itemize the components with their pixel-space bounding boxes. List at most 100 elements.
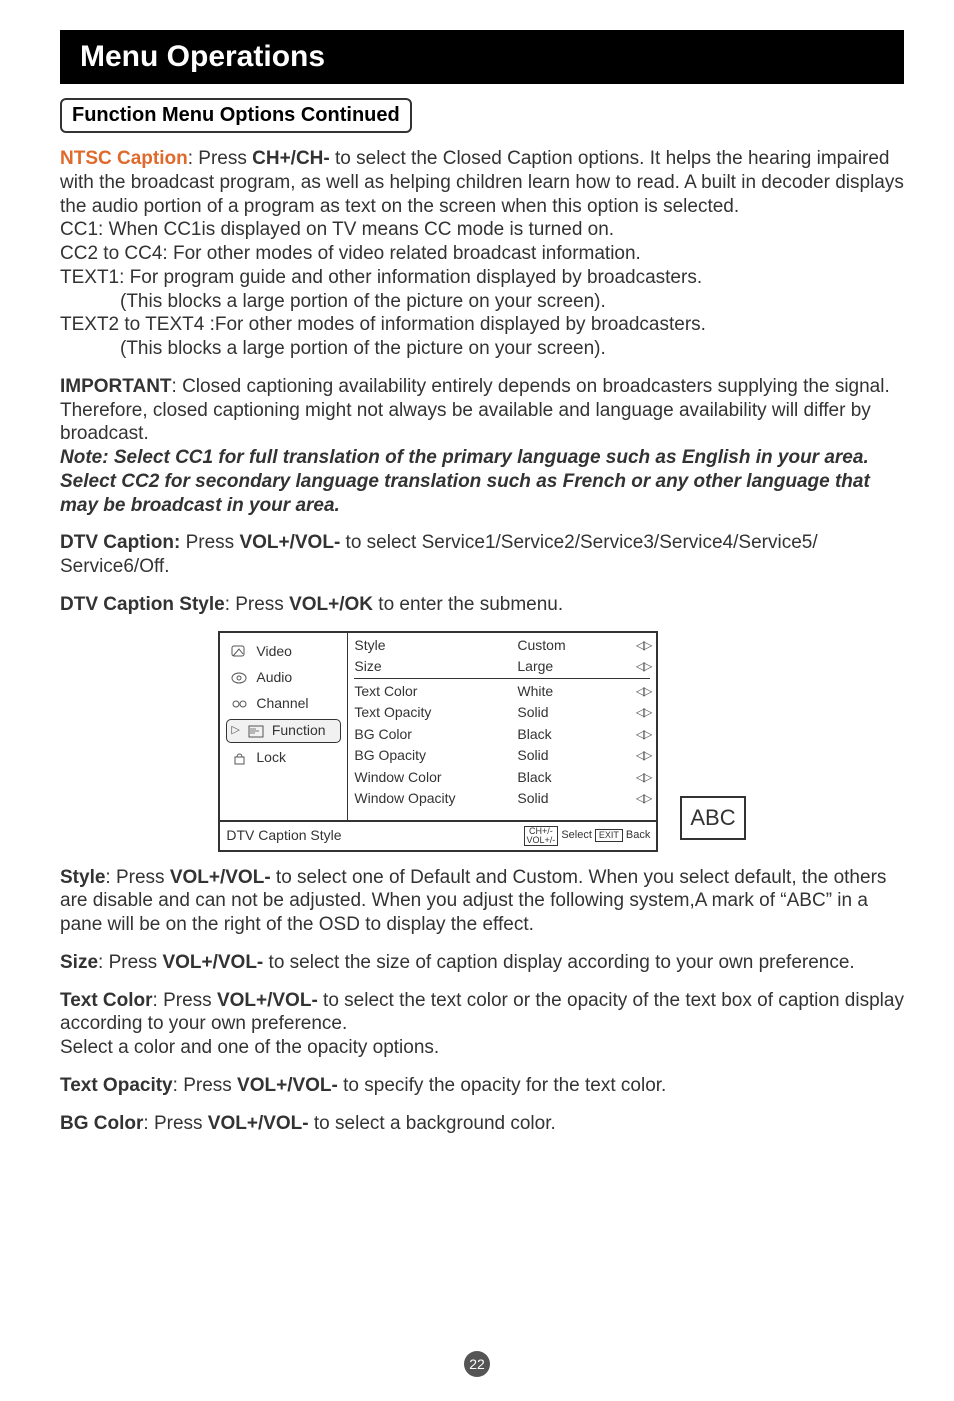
- important-text: : Closed captioning availability entirel…: [60, 376, 890, 445]
- arrows-icon: ◁▷: [620, 684, 650, 699]
- text: to enter the submenu.: [373, 594, 563, 615]
- lock-icon: [230, 749, 250, 767]
- text2-note: (This blocks a large portion of the pict…: [60, 337, 904, 361]
- textcolor-paragraph: Text Color: Press VOL+/VOL- to select th…: [60, 989, 904, 1060]
- text: to specify the opacity for the text colo…: [338, 1075, 666, 1096]
- setting-value: Black: [517, 726, 597, 744]
- tab-function: ▷ Function: [226, 719, 341, 743]
- text: : Press: [153, 990, 217, 1011]
- tab-label: Lock: [256, 749, 286, 767]
- osd-tabs: Video Audio Channel: [220, 633, 348, 820]
- text: to select Service1/Service2/Service3/Ser…: [340, 532, 817, 553]
- osd-settings: Style Custom ◁▷ Size Large ◁▷ Text Color Whit…: [348, 633, 656, 820]
- setting-key: Size: [354, 658, 494, 676]
- setting-value: White: [517, 683, 597, 701]
- arrows-icon: ◁▷: [620, 791, 650, 806]
- osd-footer: DTV Caption Style CH+/-VOL+/- Select EXI…: [220, 822, 656, 850]
- footer-title: DTV Caption Style: [226, 827, 341, 845]
- text: to select a background color.: [309, 1113, 556, 1134]
- setting-row: Style Custom ◁▷: [354, 635, 650, 657]
- key-volok: VOL+/OK: [289, 594, 373, 615]
- ntsc-label: NTSC Caption: [60, 148, 188, 169]
- setting-row: Text OpacitySolid◁▷: [354, 702, 650, 724]
- key-volvol: VOL+/VOL-: [208, 1113, 309, 1134]
- text: : Press: [173, 1075, 237, 1096]
- key-chch: CH+/CH-: [252, 148, 330, 169]
- textopacity-paragraph: Text Opacity: Press VOL+/VOL- to specify…: [60, 1074, 904, 1098]
- setting-value: Solid: [517, 704, 597, 722]
- arrows-icon: ◁▷: [620, 659, 650, 674]
- key-volvol: VOL+/VOL-: [239, 532, 340, 553]
- setting-value: Custom: [517, 637, 597, 655]
- abc-preview: ABC: [680, 796, 745, 840]
- subtitle-box: Function Menu Options Continued: [60, 98, 412, 133]
- setting-key: Style: [354, 637, 494, 655]
- footer-back-label: Back: [626, 829, 650, 843]
- osd-menu: Video Audio Channel: [218, 631, 658, 852]
- text1-note: (This blocks a large portion of the pict…: [60, 290, 904, 314]
- important-label: IMPORTANT: [60, 376, 172, 397]
- text: : Press: [98, 952, 162, 973]
- text: Service6/Off.: [60, 556, 169, 577]
- tab-label: Video: [256, 643, 292, 661]
- tab-label: Function: [272, 722, 326, 740]
- text: : Press: [143, 1113, 207, 1134]
- tab-label: Channel: [256, 695, 308, 713]
- text2-line: TEXT2 to TEXT4 :For other modes of infor…: [60, 314, 706, 335]
- triangle-icon: ▷: [231, 724, 239, 738]
- exit-key-icon: EXIT: [595, 829, 623, 842]
- text: Press: [180, 532, 239, 553]
- key-volvol: VOL+/VOL-: [217, 990, 318, 1011]
- tab-channel: Channel: [226, 693, 341, 715]
- textcolor-label: Text Color: [60, 990, 153, 1011]
- footer-controls: CH+/-VOL+/- Select EXIT Back: [524, 826, 651, 846]
- arrows-icon: ◁▷: [620, 638, 650, 653]
- cc2-line: CC2 to CC4: For other modes of video rel…: [60, 243, 641, 264]
- setting-value: Large: [517, 658, 597, 676]
- dtv-style-label: DTV Caption Style: [60, 594, 225, 615]
- key-volvol: VOL+/VOL-: [237, 1075, 338, 1096]
- audio-icon: [230, 669, 250, 687]
- text: : Press: [105, 867, 169, 888]
- setting-value: Black: [517, 769, 597, 787]
- bgcolor-label: BG Color: [60, 1113, 143, 1134]
- tab-lock: Lock: [226, 747, 341, 769]
- footer-select-label: Select: [561, 829, 592, 843]
- setting-key: BG Opacity: [354, 747, 494, 765]
- bgcolor-paragraph: BG Color: Press VOL+/VOL- to select a ba…: [60, 1112, 904, 1136]
- tab-label: Audio: [256, 669, 292, 687]
- key-volvol: VOL+/VOL-: [170, 867, 271, 888]
- setting-key: Text Color: [354, 683, 494, 701]
- text1-line: TEXT1: For program guide and other infor…: [60, 267, 702, 288]
- function-icon: [246, 722, 266, 740]
- text: Select a color and one of the opacity op…: [60, 1037, 439, 1058]
- channel-icon: [230, 695, 250, 713]
- text: : Press: [225, 594, 289, 615]
- page-number: 22: [464, 1351, 490, 1377]
- arrows-icon: ◁▷: [620, 748, 650, 763]
- tab-video: Video: [226, 641, 341, 663]
- dtv-caption-label: DTV Caption:: [60, 532, 180, 553]
- dtv-style-paragraph: DTV Caption Style: Press VOL+/OK to ente…: [60, 593, 904, 617]
- important-note: Note: Select CC1 for full translation of…: [60, 447, 870, 516]
- setting-row: BG Color Black ◁▷: [354, 724, 650, 746]
- text: : Press: [188, 148, 252, 169]
- video-icon: [230, 643, 250, 661]
- arrows-icon: ◁▷: [620, 727, 650, 742]
- size-label: Size: [60, 952, 98, 973]
- cc1-line: CC1: When CC1is displayed on TV means CC…: [60, 219, 614, 240]
- setting-row: Size Large ◁▷: [354, 656, 650, 679]
- setting-row: BG OpacitySolid◁▷: [354, 745, 650, 767]
- textopacity-label: Text Opacity: [60, 1075, 173, 1096]
- setting-row: Window Color Black ◁▷: [354, 767, 650, 789]
- style-label: Style: [60, 867, 105, 888]
- ntsc-paragraph: NTSC Caption: Press CH+/CH- to select th…: [60, 147, 904, 361]
- text: to select the size of caption display ac…: [263, 952, 854, 973]
- arrows-icon: ◁▷: [620, 770, 650, 785]
- setting-value: Solid: [517, 790, 597, 808]
- setting-key: Window Opacity: [354, 790, 494, 808]
- setting-key: BG Color: [354, 726, 494, 744]
- setting-key: Text Opacity: [354, 704, 494, 722]
- setting-key: Window Color: [354, 769, 494, 787]
- tab-audio: Audio: [226, 667, 341, 689]
